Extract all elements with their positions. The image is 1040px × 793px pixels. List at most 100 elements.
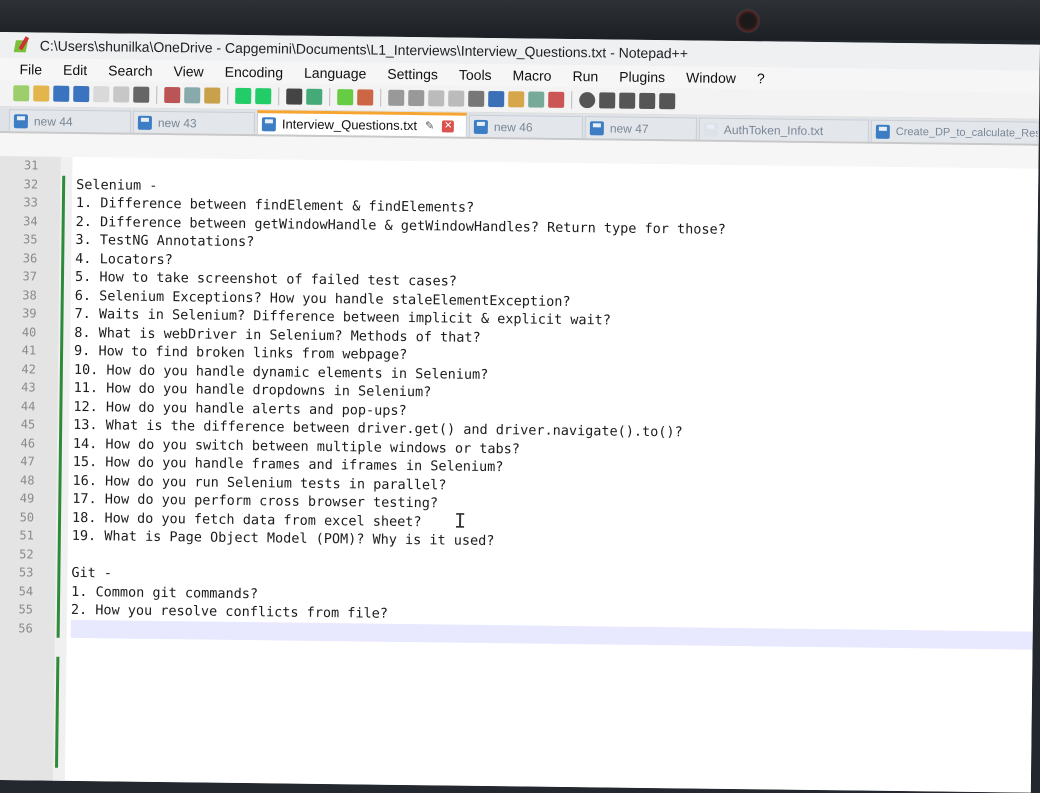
show-all-characters-icon[interactable] <box>448 90 465 107</box>
line-number: 53 <box>18 565 34 580</box>
menu-edit[interactable]: Edit <box>51 62 96 79</box>
menu-encoding[interactable]: Encoding <box>213 64 293 81</box>
zoom-in-icon[interactable] <box>337 89 354 106</box>
file-saved-icon <box>13 113 29 128</box>
file-icon <box>703 122 718 137</box>
menu-settings[interactable]: Settings <box>375 66 447 83</box>
tab-authtoken-info[interactable]: AuthToken_Info.txt <box>698 117 869 142</box>
line-numbers: 31 32 33 34 35 36 37 38 39 40 41 42 43 44 45 46 47 48 49 50… <box>0 156 60 638</box>
menu-search[interactable]: Search <box>96 62 162 79</box>
line-number: 51 <box>19 528 34 543</box>
webcam-icon <box>737 10 759 32</box>
tab-label: new 46 <box>493 119 533 135</box>
function-list-icon[interactable] <box>508 91 525 108</box>
text-cursor-icon: I <box>453 508 467 533</box>
indent-guide-icon[interactable] <box>468 90 485 107</box>
toolbar-divider <box>156 85 158 104</box>
tab-new-44[interactable]: new 44 <box>8 109 132 133</box>
menu-help[interactable]: ? <box>745 70 774 86</box>
line-number: 50 <box>19 509 35 524</box>
tab-new-43[interactable]: new 43 <box>132 110 256 135</box>
tab-label: new 43 <box>157 115 197 130</box>
replace-icon[interactable] <box>306 88 323 105</box>
run-macro-multiple-icon[interactable] <box>639 92 656 110</box>
open-file-icon[interactable] <box>33 85 50 102</box>
tab-create-dp[interactable]: Create_DP_to_calculate_Res <box>870 119 1039 144</box>
line-number: 48 <box>19 472 35 487</box>
menu-plugins[interactable]: Plugins <box>607 68 674 86</box>
code-area[interactable]: Selenium -1. Difference between findElem… <box>70 157 1039 650</box>
text-editor[interactable]: 31 32 33 34 35 36 37 38 39 40 41 42 43 44 45 46 47 48 49 50… <box>0 155 1039 793</box>
file-saved-icon <box>473 119 488 134</box>
toolbar-divider <box>380 88 382 107</box>
line-number: 33 <box>23 195 39 210</box>
line-number: 56 <box>18 620 33 635</box>
line-number: 34 <box>23 213 38 228</box>
redo-icon[interactable] <box>255 88 272 105</box>
close-all-icon[interactable] <box>113 86 130 103</box>
sync-vertical-icon[interactable] <box>388 89 405 106</box>
record-macro-icon[interactable] <box>579 92 596 109</box>
line-number: 44 <box>20 398 36 413</box>
tab-label: Create_DP_to_calculate_Res <box>895 125 1039 140</box>
tab-new-47[interactable]: new 47 <box>584 116 698 140</box>
print-icon[interactable] <box>133 86 150 103</box>
tab-new-46[interactable]: new 46 <box>468 114 584 139</box>
word-wrap-icon[interactable] <box>428 90 445 107</box>
menu-window[interactable]: Window <box>674 69 745 86</box>
toolbar-divider <box>278 87 280 106</box>
line-number: 32 <box>23 176 39 191</box>
line-number: 55 <box>18 602 34 617</box>
paste-icon[interactable] <box>204 87 221 104</box>
menu-view[interactable]: View <box>161 63 212 80</box>
tab-label: new 44 <box>33 113 73 129</box>
find-icon[interactable] <box>286 88 303 105</box>
line-number: 45 <box>20 417 36 432</box>
line-number: 35 <box>22 232 38 247</box>
file-saved-icon <box>137 115 152 130</box>
stop-recording-icon[interactable] <box>599 92 616 109</box>
line-number: 31 <box>23 158 39 173</box>
line-number: 40 <box>21 324 37 339</box>
sync-horizontal-icon[interactable] <box>408 89 425 107</box>
menu-language[interactable]: Language <box>292 65 375 82</box>
line-number: 43 <box>21 380 36 395</box>
document-map-icon[interactable] <box>488 90 505 108</box>
toolbar-divider <box>227 86 229 105</box>
menu-macro[interactable]: Macro <box>501 67 561 84</box>
close-tab-icon[interactable]: ✕ <box>442 119 455 133</box>
folder-workspace-icon[interactable] <box>528 91 545 108</box>
line-number: 39 <box>22 306 37 321</box>
tab-label: AuthToken_Info.txt <box>723 122 824 138</box>
monitoring-icon[interactable] <box>548 91 565 108</box>
line-number: 41 <box>21 343 37 358</box>
line-number: 42 <box>21 361 36 376</box>
line-number: 36 <box>22 250 38 265</box>
save-icon[interactable] <box>53 85 70 102</box>
undo-icon[interactable] <box>235 87 252 105</box>
zoom-out-icon[interactable] <box>357 89 374 106</box>
cut-icon[interactable] <box>164 87 181 104</box>
line-number: 37 <box>22 269 38 284</box>
tab-label: Interview_Questions.txt <box>281 116 418 134</box>
copy-icon[interactable] <box>184 87 201 104</box>
file-saved-icon <box>261 116 276 131</box>
save-macro-icon[interactable] <box>659 93 676 110</box>
notepadpp-logo-icon <box>14 36 32 54</box>
tab-interview-questions[interactable]: Interview_Questions.txt ✎ ✕ <box>256 110 468 137</box>
menu-run[interactable]: Run <box>560 68 607 85</box>
window-title: C:\Users\shunilka\OneDrive - Capgemini\D… <box>39 37 689 62</box>
close-file-icon[interactable] <box>93 86 110 103</box>
notepadpp-window: C:\Users\shunilka\OneDrive - Capgemini\D… <box>0 32 1040 793</box>
file-saved-icon <box>875 124 890 139</box>
save-all-icon[interactable] <box>73 85 90 103</box>
new-file-icon[interactable] <box>13 85 30 102</box>
line-number: 46 <box>20 435 36 450</box>
menu-file[interactable]: File <box>7 61 51 78</box>
line-number: 47 <box>20 454 35 469</box>
line-number: 38 <box>22 287 37 302</box>
playback-icon[interactable] <box>619 92 636 109</box>
menu-tools[interactable]: Tools <box>447 66 501 83</box>
pin-icon[interactable]: ✎ <box>425 119 434 132</box>
tab-label: new 47 <box>609 120 649 136</box>
